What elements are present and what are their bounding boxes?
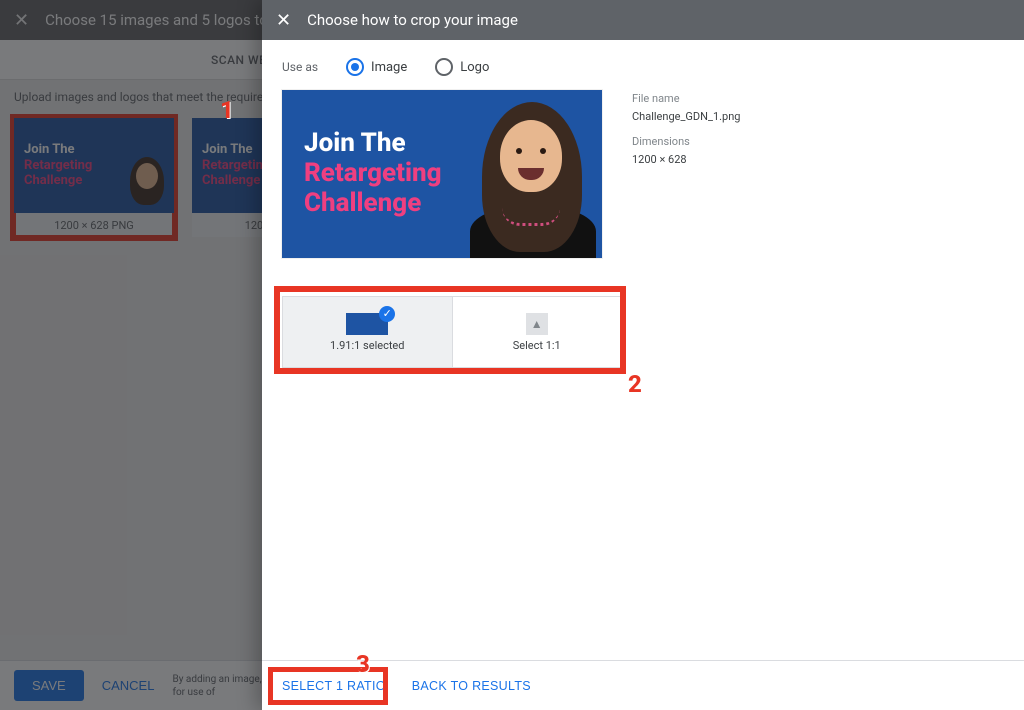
cancel-button[interactable]: CANCEL <box>102 678 155 693</box>
crop-panel-footer: SELECT 1 RATIO BACK TO RESULTS <box>262 660 1024 710</box>
dimensions-label: Dimensions <box>632 133 740 151</box>
crop-preview[interactable]: Join The Retargeting Challenge <box>282 90 602 258</box>
crop-panel-header: ✕ Choose how to crop your image <box>262 0 1024 40</box>
thumb-meta: 1200 × 628 PNG <box>14 213 174 237</box>
image-placeholder-icon: ▲ <box>526 313 548 335</box>
radio-image[interactable]: Image <box>346 58 407 76</box>
image-thumb-1[interactable]: Join The Retargeting Challenge 1200 × 62… <box>14 118 174 237</box>
file-name-label: File name <box>632 90 740 108</box>
preview-line2: Retargeting <box>304 159 442 189</box>
ratio-option-label: Select 1:1 <box>513 339 561 352</box>
close-icon[interactable]: ✕ <box>14 10 29 31</box>
save-button[interactable]: SAVE <box>14 670 84 701</box>
radio-image-label: Image <box>371 60 407 75</box>
preview-line1: Join The <box>304 129 442 159</box>
ratio-option-label: 1.91:1 selected <box>330 339 404 352</box>
thumb-image: Join The Retargeting Challenge <box>14 118 174 213</box>
person-illustration <box>456 90 606 258</box>
back-to-results-button[interactable]: BACK TO RESULTS <box>406 673 537 699</box>
bg-dialog-title: Choose 15 images and 5 logos to us <box>45 11 287 29</box>
preview-line3: Challenge <box>304 189 442 219</box>
dimensions-value: 1200 × 628 <box>632 151 740 169</box>
crop-panel-title: Choose how to crop your image <box>307 11 518 29</box>
close-icon[interactable]: ✕ <box>276 10 291 31</box>
image-meta: File name Challenge_GDN_1.png Dimensions… <box>632 90 740 258</box>
crop-panel: ✕ Choose how to crop your image Use as I… <box>262 0 1024 710</box>
radio-dot-icon <box>346 58 364 76</box>
ratio-option-11[interactable]: ▲ Select 1:1 <box>452 297 622 367</box>
ratio-option-191[interactable]: 1.91:1 selected <box>283 297 452 367</box>
radio-dot-icon <box>435 58 453 76</box>
radio-logo[interactable]: Logo <box>435 58 489 76</box>
aspect-ratio-picker: 1.91:1 selected ▲ Select 1:1 <box>282 296 622 368</box>
select-ratio-button[interactable]: SELECT 1 RATIO <box>276 673 392 699</box>
radio-logo-label: Logo <box>460 60 489 75</box>
use-as-label: Use as <box>282 60 318 74</box>
file-name-value: Challenge_GDN_1.png <box>632 108 740 126</box>
ratio-thumb-icon <box>346 313 388 335</box>
